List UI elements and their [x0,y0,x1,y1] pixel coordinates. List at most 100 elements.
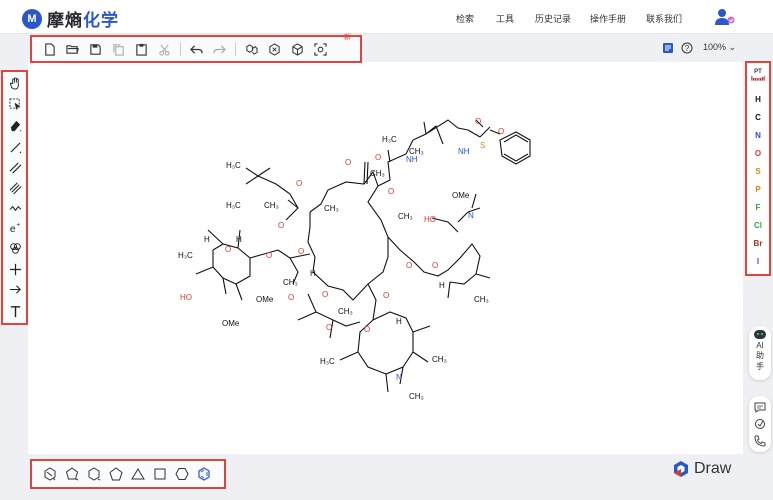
cyclobutane-icon [65,467,78,481]
arrow-tool[interactable] [6,280,24,298]
cube-icon [292,42,303,56]
zoom-level[interactable]: 100% ⌄ [703,42,736,53]
element-cl[interactable]: Cl [747,221,769,230]
svg-text:CH₃: CH₃ [474,295,489,304]
svg-text:H₃C: H₃C [226,161,241,170]
text-tool[interactable] [6,302,24,320]
svg-text:O: O [388,187,394,196]
molecule-structure[interactable]: H₃C H₃C CH₃ O O CH₃ O CH₃ O O H₃C CH₃ NH… [28,62,743,454]
benzene-icon [197,467,210,481]
cyclopropane-button[interactable] [41,466,58,483]
svg-text:N: N [468,211,474,220]
element-panel: PT H C N O S P F Cl Br I [745,61,771,276]
help-icon[interactable]: ? [681,42,693,54]
save-icon [90,43,101,55]
nav-history[interactable]: 历史记录 [535,12,571,25]
draw-logo-icon [674,461,688,477]
element-br[interactable]: Br [747,239,769,248]
nav-search[interactable]: 检索 [456,12,474,25]
undo-button[interactable] [185,38,208,60]
phone-icon[interactable] [754,435,766,447]
element-c[interactable]: C [747,113,769,122]
element-n[interactable]: N [747,131,769,140]
element-o[interactable]: O [747,149,769,158]
paste-button[interactable] [130,38,153,60]
svg-text:CH₃: CH₃ [338,307,353,316]
pentagon-icon [108,467,123,481]
clean-button[interactable] [263,38,286,60]
plus-icon [9,263,21,275]
recognize-button[interactable] [309,38,332,60]
plus-tool[interactable] [6,260,24,278]
svg-text:O: O [475,117,481,126]
top-toolbar [30,35,362,63]
svg-text:CH₃: CH₃ [398,212,413,221]
text-icon [10,305,20,317]
clean-icon [269,42,280,56]
feedback-icon[interactable] [754,418,766,430]
new-file-button[interactable] [38,38,61,60]
select-icon [8,97,20,110]
structure-info-icon[interactable] [662,42,674,54]
app-name: 摩熵化学 [47,11,119,30]
svg-text:O: O [345,158,351,167]
app-logo[interactable]: M 摩熵化学 [22,6,119,31]
cyclopentane-icon [88,467,100,481]
cut-button[interactable] [153,38,176,60]
periodic-table-button[interactable]: PT [747,69,769,83]
double-bond-tool[interactable] [6,158,24,176]
cyclobutane-button[interactable] [63,466,80,483]
svg-text:H: H [439,281,445,290]
hand-tool[interactable] [6,74,24,92]
chain-tool[interactable] [6,199,24,217]
contact-panel [749,396,771,452]
element-p[interactable]: P [747,185,769,194]
molecule-bonds [195,119,531,393]
charge-tool[interactable]: e + [6,218,24,236]
single-bond-tool[interactable] [6,138,24,156]
svg-text:e: e [9,224,15,234]
select-tool[interactable] [6,95,24,113]
square-button[interactable] [151,466,168,483]
svg-text:H: H [396,317,402,326]
user-avatar-icon[interactable] [714,8,736,26]
clipboard-icon [136,43,147,56]
pentagon-button[interactable] [107,466,124,483]
periodic-table-icon [751,76,765,81]
cyclopentane-button[interactable] [85,466,102,483]
nav-contact[interactable]: 联系我们 [646,12,682,25]
template-tool[interactable] [6,239,24,257]
hexagon-button[interactable] [173,466,190,483]
element-s[interactable]: S [747,167,769,176]
layout-button[interactable] [240,38,263,60]
left-toolbar: e + [1,70,28,325]
new-badge: 新 [344,34,351,41]
triple-bond-tool[interactable] [6,178,24,196]
element-i[interactable]: I [747,257,769,266]
charge-icon: e + [9,221,20,234]
svg-text:H₃C: H₃C [320,357,335,366]
ai-assistant-button[interactable]: AI 助 手 [749,326,771,380]
file-icon [45,42,55,56]
3d-view-button[interactable] [286,38,309,60]
nav-manual[interactable]: 操作手册 [590,12,626,25]
eraser-tool[interactable] [6,116,24,134]
svg-text:CH₃: CH₃ [264,201,279,210]
save-file-button[interactable] [84,38,107,60]
benzene-button[interactable] [195,466,212,483]
arrow-icon [9,284,21,294]
triangle-button[interactable] [129,466,146,483]
svg-text:O: O [432,261,438,270]
redo-button[interactable] [208,38,231,60]
copy-button[interactable] [107,38,130,60]
svg-text:H: H [236,235,242,244]
message-icon[interactable] [754,401,766,413]
nav-tools[interactable]: 工具 [496,12,514,25]
element-h[interactable]: H [747,95,769,104]
svg-text:+: + [16,221,20,228]
svg-text:O: O [406,261,412,270]
element-f[interactable]: F [747,203,769,212]
app-header: M 摩熵化学 检索 工具 历史记录 操作手册 联系我们 [0,0,773,34]
undo-icon [190,44,203,54]
open-file-button[interactable] [61,38,84,60]
